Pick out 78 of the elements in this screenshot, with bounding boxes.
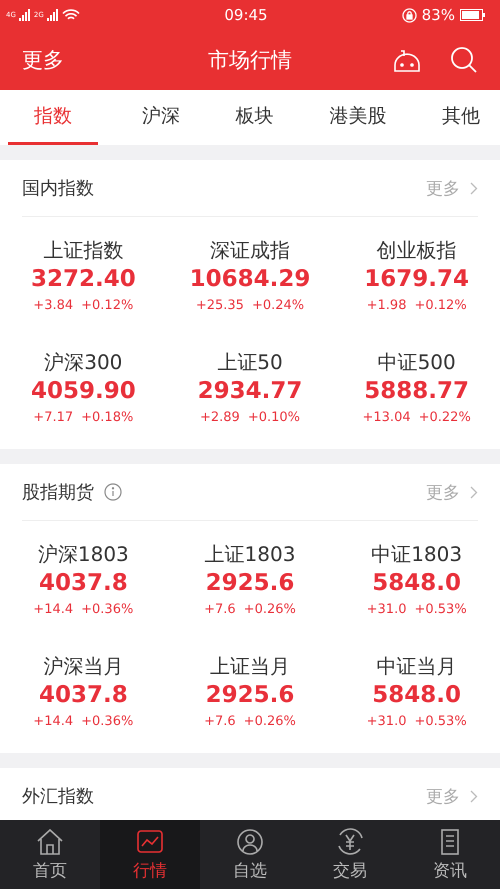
battery-icon xyxy=(460,9,486,21)
change-value: +14.4 xyxy=(33,602,74,617)
person-icon xyxy=(235,827,265,857)
change-value: +7.6 xyxy=(204,714,236,729)
section-title: 外汇指数 xyxy=(22,785,94,808)
change-percent: +0.12% xyxy=(81,298,134,313)
index-name: 深证成指 xyxy=(210,237,290,264)
change-value: +7.17 xyxy=(33,410,74,425)
nav-item[interactable]: 交易 xyxy=(300,820,400,889)
signal-icon xyxy=(18,9,31,21)
chevron-right-icon[interactable] xyxy=(470,790,478,802)
change-value: +3.84 xyxy=(33,298,74,313)
signal-icon xyxy=(46,9,59,21)
index-value: 5848.0 xyxy=(372,570,462,596)
nav-item[interactable]: 首页 xyxy=(0,820,100,889)
change-value: +13.04 xyxy=(362,410,411,425)
change-value: +2.89 xyxy=(200,410,240,425)
robot-icon[interactable] xyxy=(392,47,422,73)
index-value: 2934.77 xyxy=(198,378,302,404)
index-name: 沪深1803 xyxy=(38,541,129,568)
tab[interactable]: 港美股 xyxy=(317,90,398,145)
page-title: 市场行情 xyxy=(208,47,292,74)
change-percent: +0.10% xyxy=(248,410,300,425)
change-percent: +0.24% xyxy=(252,298,304,313)
index-name: 中证当月 xyxy=(376,653,457,680)
index-value: 4037.8 xyxy=(38,570,128,596)
change-percent: +0.26% xyxy=(244,602,296,617)
change-percent: +0.53% xyxy=(414,602,467,617)
change-value: +14.4 xyxy=(33,714,74,729)
rotation-lock-icon xyxy=(402,8,417,22)
nav-item[interactable]: 资讯 xyxy=(400,820,500,889)
wifi-icon xyxy=(62,8,80,22)
index-name: 上证当月 xyxy=(210,653,290,680)
chevron-right-icon[interactable] xyxy=(470,486,478,498)
index-value: 2925.6 xyxy=(206,570,294,596)
change-percent: +0.53% xyxy=(414,714,467,729)
index-name: 沪深300 xyxy=(44,349,122,376)
index-name: 创业板指 xyxy=(376,237,457,264)
index-value: 3272.40 xyxy=(30,266,136,292)
chevron-right-icon[interactable] xyxy=(470,182,478,194)
index-name: 沪深当月 xyxy=(43,653,124,680)
index-value: 5848.0 xyxy=(372,682,462,708)
change-value: +31.0 xyxy=(366,714,406,729)
index-value: 2925.6 xyxy=(206,682,294,708)
change-percent: +0.26% xyxy=(244,714,296,729)
info-icon[interactable] xyxy=(104,483,122,501)
index-name: 上证指数 xyxy=(43,237,124,264)
tab[interactable]: 指数 xyxy=(8,90,98,145)
index-name: 中证1803 xyxy=(371,541,462,568)
change-percent: +0.36% xyxy=(81,602,134,617)
tab[interactable]: 板块 xyxy=(224,90,286,145)
search-icon[interactable] xyxy=(450,46,478,74)
section-title: 股指期货 xyxy=(22,481,94,504)
more-button[interactable]: 更多 xyxy=(22,46,122,74)
nav-item[interactable]: 自选 xyxy=(200,820,300,889)
index-value: 10684.29 xyxy=(190,266,310,292)
index-name: 中证500 xyxy=(378,349,456,376)
home-icon xyxy=(35,827,65,857)
tab[interactable]: 其他 xyxy=(430,90,492,145)
change-percent: +0.12% xyxy=(414,298,467,313)
change-percent: +0.22% xyxy=(418,410,471,425)
index-value: 5888.77 xyxy=(364,378,470,404)
index-name: 上证50 xyxy=(217,349,283,376)
nav-item[interactable]: 行情 xyxy=(100,820,200,889)
index-value: 4059.90 xyxy=(30,378,136,404)
section-title: 国内指数 xyxy=(22,177,94,200)
change-percent: +0.36% xyxy=(81,714,134,729)
index-value: 1679.74 xyxy=(364,266,470,292)
change-value: +31.0 xyxy=(366,602,406,617)
change-value: +25.35 xyxy=(196,298,244,313)
change-percent: +0.18% xyxy=(81,410,134,425)
index-name: 上证1803 xyxy=(204,541,296,568)
tab[interactable]: 沪深 xyxy=(130,90,192,145)
change-value: +1.98 xyxy=(366,298,406,313)
change-value: +7.6 xyxy=(204,602,236,617)
status-time: 09:45 xyxy=(224,6,268,24)
index-value: 4037.8 xyxy=(38,682,128,708)
battery-percent: 83% xyxy=(422,6,455,24)
